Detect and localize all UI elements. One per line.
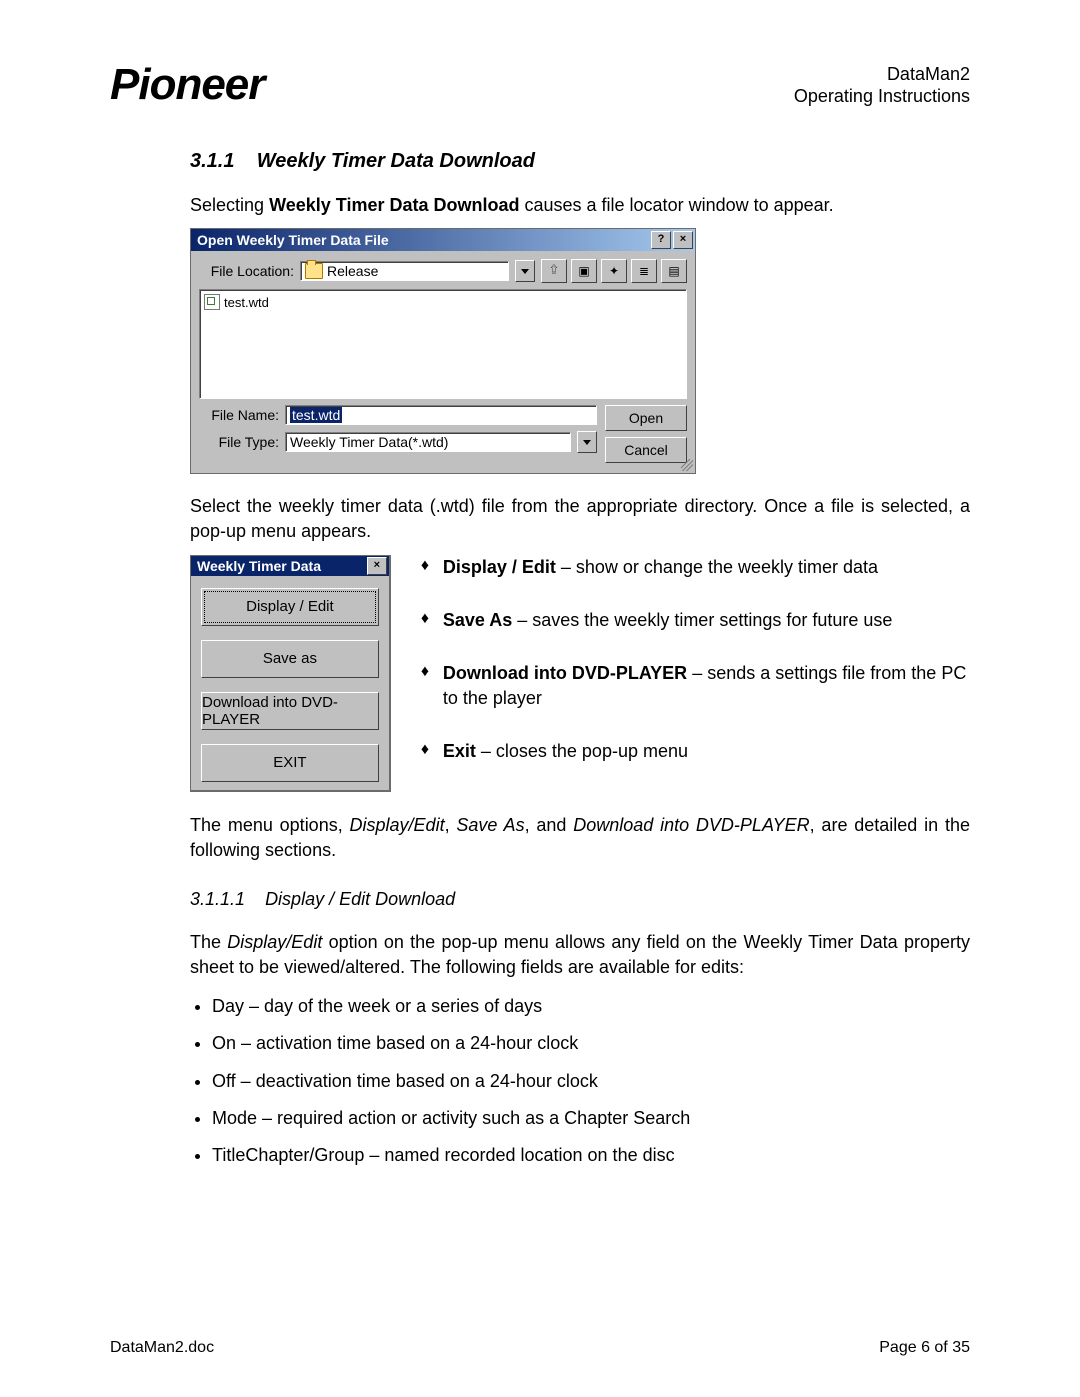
text: causes a file locator window to appear. xyxy=(519,195,833,215)
text: , xyxy=(445,815,457,835)
document-page: Pioneer DataMan2 Operating Instructions … xyxy=(0,0,1080,1397)
section-title: Weekly Timer Data Download xyxy=(257,150,535,172)
doc-subtitle: Operating Instructions xyxy=(794,85,970,108)
cancel-button[interactable]: Cancel xyxy=(605,437,687,463)
subsection-heading: 3.1.1.1 Display / Edit Download xyxy=(190,889,970,910)
popup-and-desc: Weekly Timer Data × Display / Edit Save … xyxy=(190,555,970,793)
dialog-toolbar: ⮸ ▣ ✦ ≣ ▤ xyxy=(541,259,687,283)
list-item: Save As – saves the weekly timer setting… xyxy=(421,608,970,633)
file-entry-name: test.wtd xyxy=(224,295,269,310)
display-edit-button[interactable]: Display / Edit xyxy=(201,588,379,626)
brand-logo: Pioneer xyxy=(110,60,264,110)
popup-title: Weekly Timer Data xyxy=(197,558,321,574)
text-bold: Download into DVD-PLAYER xyxy=(443,663,687,683)
list-view-icon[interactable]: ≣ xyxy=(631,259,657,283)
dialog-title: Open Weekly Timer Data File xyxy=(197,232,389,248)
dialog-lower-right: Open Cancel xyxy=(605,405,687,463)
filename-value: test.wtd xyxy=(290,407,342,423)
page-content: 3.1.1 Weekly Timer Data Download Selecti… xyxy=(190,150,970,1168)
dialog-body: File Location: Release ⮸ ▣ ✦ ≣ ▤ xyxy=(191,251,695,473)
footer-docname: DataMan2.doc xyxy=(110,1339,214,1357)
section-intro: Selecting Weekly Timer Data Download cau… xyxy=(190,193,970,218)
dialog-lower-left: File Name: test.wtd File Type: Weekly Ti… xyxy=(199,405,597,463)
filename-row: File Name: test.wtd xyxy=(199,405,597,425)
filetype-label: File Type: xyxy=(199,434,279,450)
filetype-value: Weekly Timer Data(*.wtd) xyxy=(290,434,448,450)
filetype-combo[interactable]: Weekly Timer Data(*.wtd) xyxy=(285,432,571,452)
text-italic: Display/Edit xyxy=(350,815,445,835)
close-button[interactable]: × xyxy=(673,231,693,249)
popup-desc-list: Display / Edit – show or change the week… xyxy=(421,555,970,793)
text-bold: Display / Edit xyxy=(443,557,556,577)
section-number: 3.1.1 xyxy=(190,150,234,172)
chevron-down-icon[interactable] xyxy=(577,431,597,453)
filename-label: File Name: xyxy=(199,407,279,423)
text: – saves the weekly timer settings for fu… xyxy=(512,610,892,630)
open-file-dialog: Open Weekly Timer Data File ? × File Loc… xyxy=(190,228,696,474)
text-bold: Exit xyxy=(443,741,476,761)
chevron-down-icon[interactable] xyxy=(515,260,535,282)
list-item: Mode – required action or activity such … xyxy=(212,1106,970,1131)
details-view-icon[interactable]: ▤ xyxy=(661,259,687,283)
list-item: Day – day of the week or a series of day… xyxy=(212,994,970,1019)
filetype-row: File Type: Weekly Timer Data(*.wtd) xyxy=(199,431,597,453)
text-bold: Weekly Timer Data Download xyxy=(269,195,519,215)
footer-pagenum: Page 6 of 35 xyxy=(879,1339,970,1357)
save-as-button[interactable]: Save as xyxy=(201,640,379,678)
text-bold: Save As xyxy=(443,610,512,630)
download-button[interactable]: Download into DVD-PLAYER xyxy=(201,692,379,730)
text: , and xyxy=(525,815,574,835)
text-italic: Display/Edit xyxy=(227,932,322,952)
page-footer: DataMan2.doc Page 6 of 35 xyxy=(110,1339,970,1357)
filename-input[interactable]: test.wtd xyxy=(285,405,597,425)
text: The xyxy=(190,932,227,952)
up-folder-icon[interactable]: ⮸ xyxy=(541,259,567,283)
exit-button[interactable]: EXIT xyxy=(201,744,379,782)
page-header: Pioneer DataMan2 Operating Instructions xyxy=(110,60,970,110)
new-folder-icon[interactable]: ✦ xyxy=(601,259,627,283)
list-item: Download into DVD-PLAYER – sends a setti… xyxy=(421,661,970,711)
paragraph: Select the weekly timer data (.wtd) file… xyxy=(190,494,970,544)
popup-body: Display / Edit Save as Download into DVD… xyxy=(191,576,389,790)
folder-icon xyxy=(305,263,323,279)
open-button[interactable]: Open xyxy=(605,405,687,431)
file-entry[interactable]: test.wtd xyxy=(204,294,682,310)
desktop-icon[interactable]: ▣ xyxy=(571,259,597,283)
file-location-value: Release xyxy=(327,263,378,279)
paragraph: The menu options, Display/Edit, Save As,… xyxy=(190,813,970,863)
weekly-timer-popup: Weekly Timer Data × Display / Edit Save … xyxy=(190,555,391,792)
list-item: Off – deactivation time based on a 24-ho… xyxy=(212,1069,970,1094)
dialog-lower: File Name: test.wtd File Type: Weekly Ti… xyxy=(199,405,687,463)
dialog-titlebar: Open Weekly Timer Data File ? × xyxy=(191,229,695,251)
subsection-intro: The Display/Edit option on the pop-up me… xyxy=(190,930,970,980)
list-item: Exit – closes the pop-up menu xyxy=(421,739,970,764)
subsection-number: 3.1.1.1 xyxy=(190,889,245,909)
text: The menu options, xyxy=(190,815,350,835)
file-location-label: File Location: xyxy=(199,263,294,279)
list-item: On – activation time based on a 24-hour … xyxy=(212,1031,970,1056)
file-list-area[interactable]: test.wtd xyxy=(199,289,687,399)
help-button[interactable]: ? xyxy=(651,231,671,249)
close-button[interactable]: × xyxy=(367,557,387,575)
file-location-combo[interactable]: Release xyxy=(300,261,509,281)
popup-titlebar: Weekly Timer Data × xyxy=(191,556,389,576)
list-item: Display / Edit – show or change the week… xyxy=(421,555,970,580)
edit-fields-list: Day – day of the week or a series of day… xyxy=(212,994,970,1168)
subsection-title: Display / Edit Download xyxy=(265,889,455,909)
file-icon xyxy=(204,294,220,310)
text: – show or change the weekly timer data xyxy=(556,557,878,577)
header-right: DataMan2 Operating Instructions xyxy=(794,63,970,108)
text: – closes the pop-up menu xyxy=(476,741,688,761)
list-item: TitleChapter/Group – named recorded loca… xyxy=(212,1143,970,1168)
text: Selecting xyxy=(190,195,269,215)
file-location-row: File Location: Release ⮸ ▣ ✦ ≣ ▤ xyxy=(199,259,687,283)
doc-title: DataMan2 xyxy=(794,63,970,86)
titlebar-buttons: ? × xyxy=(651,231,693,249)
text-italic: Download into DVD-PLAYER xyxy=(573,815,809,835)
section-heading: 3.1.1 Weekly Timer Data Download xyxy=(190,150,970,173)
text-italic: Save As xyxy=(456,815,524,835)
